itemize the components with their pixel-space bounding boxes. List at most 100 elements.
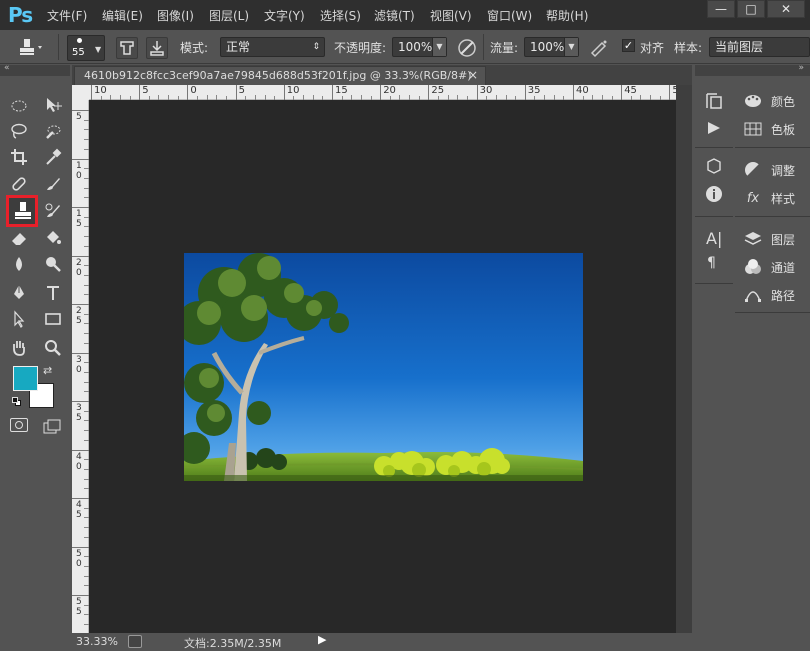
eraser-tool-icon[interactable]	[6, 226, 32, 250]
panel-separator	[695, 283, 733, 284]
path-selection-tool-icon[interactable]	[6, 307, 32, 331]
chevron-down-icon[interactable]: ▼	[432, 38, 446, 56]
move-tool-icon[interactable]	[40, 93, 66, 117]
character-panel-icon[interactable]: A|	[706, 229, 722, 248]
ruler-v-label: 5 0	[76, 548, 82, 569]
clone-stamp-tool-selected[interactable]	[6, 195, 38, 227]
ruler-h-label: 15	[335, 85, 348, 96]
paint-bucket-tool-icon[interactable]	[40, 226, 66, 250]
menu-window[interactable]: 窗口(W)	[487, 7, 532, 24]
mode-select[interactable]: 正常 ⇕	[220, 37, 325, 57]
hand-tool-icon[interactable]	[6, 336, 32, 360]
history-panel-icon[interactable]	[705, 92, 723, 113]
lasso-tool-icon[interactable]	[6, 119, 32, 143]
info-panel-icon[interactable]	[705, 185, 723, 206]
menu-view[interactable]: 视图(V)	[430, 7, 472, 24]
ruler-v-label: 5 5	[76, 597, 82, 617]
panel-separator	[695, 147, 733, 148]
chevron-down-icon: ▼	[95, 45, 102, 54]
close-button[interactable]: ✕	[767, 0, 805, 18]
ruler-v-tick	[72, 498, 89, 499]
menu-filter[interactable]: 滤镜(T)	[374, 7, 415, 24]
document-tab-title: 4610b912c8fcc3cef90a7ae79845d688d53f201f…	[84, 69, 472, 82]
opacity-input[interactable]: 100% ▼	[392, 37, 447, 57]
quick-mask-icon[interactable]	[10, 418, 28, 432]
history-brush-tool-icon[interactable]	[40, 199, 66, 223]
status-info-icon[interactable]	[128, 635, 142, 648]
blur-tool-icon[interactable]	[6, 252, 32, 276]
clone-stamp-preset-icon[interactable]	[18, 38, 46, 61]
rectangle-tool-icon[interactable]	[40, 307, 66, 331]
swap-colors-icon[interactable]: ⇄	[43, 364, 52, 377]
styles-panel-tab[interactable]: fx 样式	[743, 185, 795, 211]
screen-mode-icon[interactable]	[43, 419, 63, 438]
vertical-scrollbar[interactable]	[676, 85, 692, 633]
menu-layer[interactable]: 图层(L)	[209, 7, 249, 24]
panel-dock-header[interactable]: »	[695, 63, 810, 76]
menu-help[interactable]: 帮助(H)	[546, 7, 588, 24]
zoom-tool-icon[interactable]	[40, 336, 66, 360]
airbrush-icon[interactable]	[588, 37, 610, 62]
sample-select[interactable]: 当前图层	[709, 37, 810, 57]
menu-edit[interactable]: 编辑(E)	[102, 7, 143, 24]
zoom-level[interactable]: 33.33%	[76, 635, 118, 648]
ruler-h-tick	[283, 85, 285, 100]
maximize-button[interactable]: □	[737, 0, 765, 18]
adjustments-panel-tab[interactable]: 调整	[743, 157, 795, 183]
document-image[interactable]	[184, 253, 583, 481]
status-menu-arrow-icon[interactable]: ▶	[318, 633, 326, 646]
minimize-button[interactable]: —	[707, 0, 735, 18]
document-tab[interactable]: 4610b912c8fcc3cef90a7ae79845d688d53f201f…	[74, 66, 486, 85]
tools-panel-header[interactable]: «	[0, 63, 70, 76]
tab-close-icon[interactable]: ×	[468, 67, 478, 84]
mode-value: 正常	[226, 40, 251, 54]
align-checkbox[interactable]: ✓	[622, 39, 635, 52]
flow-input[interactable]: 100% ▼	[524, 37, 579, 57]
3d-panel-icon[interactable]	[705, 157, 723, 178]
swatches-panel-tab[interactable]: 色板	[743, 116, 795, 142]
actions-panel-icon[interactable]	[705, 119, 723, 140]
panel-separator	[735, 216, 810, 217]
ruler-v-tick	[72, 595, 89, 596]
pressure-opacity-icon[interactable]	[456, 37, 478, 62]
chevron-down-icon[interactable]: ▼	[564, 38, 578, 56]
menu-select[interactable]: 选择(S)	[320, 7, 361, 24]
menu-type[interactable]: 文字(Y)	[264, 7, 305, 24]
dodge-tool-icon[interactable]	[40, 252, 66, 276]
rectangular-marquee-tool-icon[interactable]	[6, 93, 32, 117]
ruler-v-label: 3 0	[76, 354, 82, 375]
sample-value: 当前图层	[715, 40, 764, 54]
clone-stamp-tool-icon	[15, 202, 31, 219]
ruler-h-tick	[573, 85, 574, 100]
paragraph-panel-icon[interactable]: ¶	[707, 255, 716, 271]
menu-file[interactable]: 文件(F)	[47, 7, 87, 24]
layers-panel-tab[interactable]: 图层	[743, 226, 795, 252]
panel-separator	[735, 147, 810, 148]
pen-tool-icon[interactable]	[6, 281, 32, 305]
type-tool-icon[interactable]	[40, 281, 66, 305]
brush-tool-icon[interactable]	[40, 172, 66, 196]
align-label: 对齐	[640, 41, 665, 55]
brush-preset-picker[interactable]: 55 ▼	[67, 35, 105, 61]
ruler-v-tick	[72, 158, 89, 160]
color-panel-label: 颜色	[771, 94, 796, 109]
collapse-icon[interactable]: «	[4, 63, 10, 73]
quick-selection-tool-icon[interactable]	[40, 119, 66, 143]
ruler-h-label: 5	[238, 85, 245, 96]
paths-panel-tab[interactable]: 路径	[743, 282, 795, 308]
spot-healing-tool-icon[interactable]	[6, 172, 32, 196]
flow-value: 100%	[530, 40, 565, 54]
expand-icon[interactable]: »	[798, 63, 804, 73]
clone-source-panel-icon[interactable]	[146, 37, 168, 59]
foreground-color-swatch[interactable]	[13, 366, 38, 391]
default-colors-icon[interactable]	[12, 397, 22, 407]
channels-panel-tab[interactable]: 通道	[743, 254, 795, 280]
ruler-h-label: 20	[383, 85, 396, 96]
crop-tool-icon[interactable]	[6, 145, 32, 169]
color-panel-tab[interactable]: 颜色	[743, 88, 795, 114]
brush-panel-toggle-icon[interactable]	[116, 37, 138, 59]
eyedropper-tool-icon[interactable]	[40, 145, 66, 169]
menu-image[interactable]: 图像(I)	[157, 7, 194, 24]
ruler-v-tick	[72, 207, 89, 208]
paths-panel-label: 路径	[771, 288, 796, 303]
